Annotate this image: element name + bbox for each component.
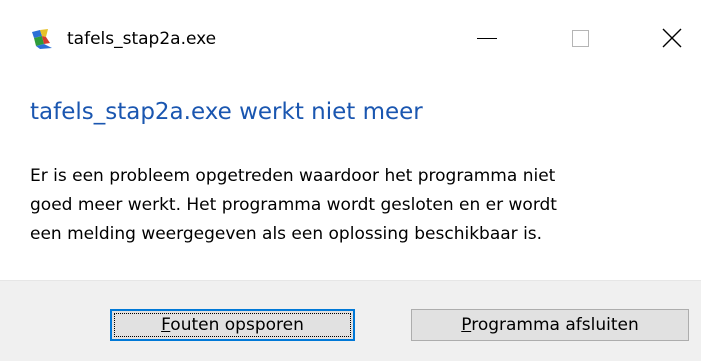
message-line: een melding weergegeven als een oplossin… [30, 224, 543, 244]
error-heading: tafels_stap2a.exe werkt niet meer [30, 99, 423, 125]
close-program-button-access-key: P [461, 315, 472, 335]
minimize-button[interactable] [456, 14, 518, 62]
minimize-icon [477, 37, 497, 39]
close-program-button-label: rogramma afsluiten [471, 315, 639, 335]
close-program-button[interactable]: Programma afsluiten [411, 309, 689, 341]
error-message: Er is een probleem opgetreden waardoor h… [30, 162, 695, 249]
close-icon [662, 28, 681, 48]
debug-button-access-key: F [161, 315, 171, 335]
title-bar[interactable]: tafels_stap2a.exe [0, 0, 701, 70]
debug-button-label: outen opsporen [170, 315, 304, 335]
error-dialog-window: tafels_stap2a.exe tafels_stap2a.exe werk… [0, 0, 701, 361]
maximize-button[interactable] [549, 14, 611, 62]
close-button[interactable] [642, 14, 701, 62]
button-bar: Fouten opsporen Programma afsluiten [0, 280, 701, 361]
window-title: tafels_stap2a.exe [67, 29, 217, 49]
app-icon [32, 29, 52, 49]
message-line: Er is een probleem opgetreden waardoor h… [30, 166, 556, 186]
debug-button[interactable]: Fouten opsporen [110, 309, 355, 341]
maximize-icon [571, 29, 589, 47]
message-line: goed meer werkt. Het programma wordt ges… [30, 195, 557, 215]
